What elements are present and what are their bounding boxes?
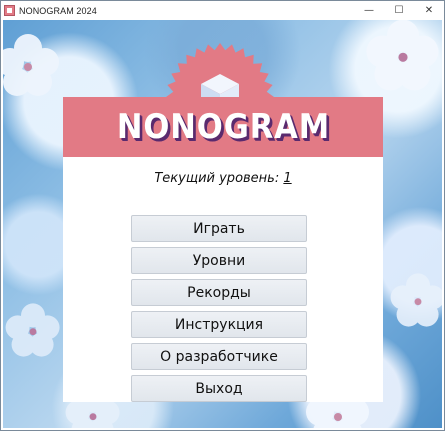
background-image: NONOGRAM Текущий уровень: 1 Играть Уровн…	[3, 20, 442, 428]
levels-button[interactable]: Уровни	[131, 247, 307, 274]
current-level-value: 1	[283, 171, 292, 186]
blossom-decoration	[390, 273, 442, 327]
logo-banner: NONOGRAM	[63, 97, 383, 157]
records-button[interactable]: Рекорды	[131, 279, 307, 306]
blossom-decoration	[5, 303, 60, 357]
maximize-button[interactable]: ☐	[384, 1, 414, 20]
current-level: Текущий уровень: 1	[63, 171, 383, 186]
main-menu-panel: Текущий уровень: 1 Играть Уровни Рекорды…	[63, 157, 383, 402]
window-controls: — ☐ ✕	[354, 1, 444, 20]
exit-button[interactable]: Выход	[131, 375, 307, 402]
minimize-button[interactable]: —	[354, 1, 384, 20]
current-level-label: Текущий уровень:	[154, 171, 280, 186]
about-developer-button[interactable]: О разработчике	[131, 343, 307, 370]
title-bar[interactable]: NONOGRAM 2024 — ☐ ✕	[1, 1, 444, 20]
close-button[interactable]: ✕	[414, 1, 444, 20]
play-button[interactable]: Играть	[131, 215, 307, 242]
instructions-button[interactable]: Инструкция	[131, 311, 307, 338]
window-title: NONOGRAM 2024	[19, 5, 97, 16]
blossom-decoration	[366, 20, 439, 91]
app-window: NONOGRAM 2024 — ☐ ✕ NONOGRAM Текущий уро…	[0, 0, 445, 431]
blossom-decoration	[3, 34, 59, 96]
logo-title: NONOGRAM	[116, 107, 330, 147]
app-icon	[4, 5, 15, 16]
